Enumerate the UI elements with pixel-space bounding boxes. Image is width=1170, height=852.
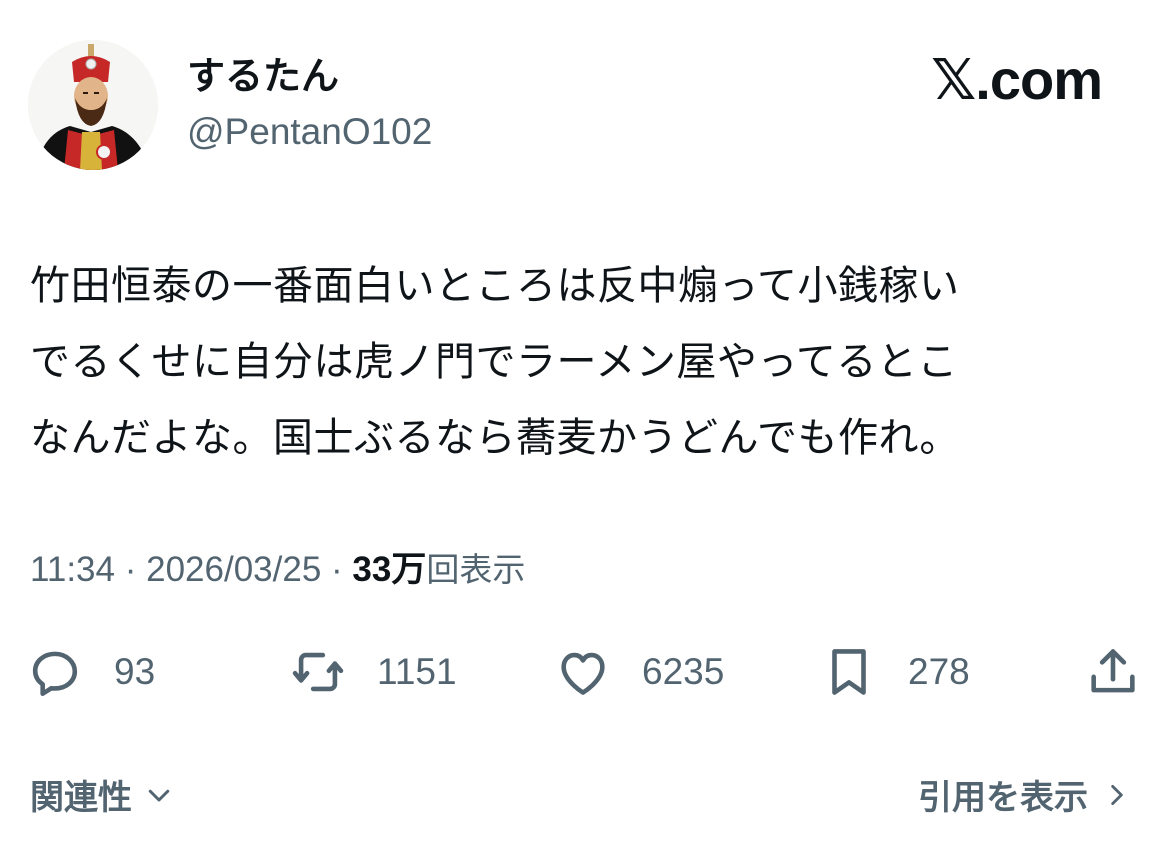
- like-button[interactable]: 6235: [554, 640, 724, 704]
- meta-separator: ·: [115, 550, 147, 589]
- relevance-sort-toggle[interactable]: 関連性: [30, 770, 174, 819]
- chevron-down-icon: [148, 789, 170, 801]
- repost-icon: [292, 652, 344, 692]
- bookmark-button[interactable]: 278: [820, 640, 970, 704]
- tweet-card: するたん @PentanO102 𝕏.com 竹田恒泰の一番面白いところは反中煽…: [0, 0, 1170, 852]
- tweet-text: 竹田恒泰の一番面白いところは反中煽って小銭稼い でるくせに自分は虎ノ門でラーメン…: [30, 263, 960, 461]
- repost-button[interactable]: 1151: [289, 640, 457, 704]
- bookmark-icon: [832, 649, 866, 695]
- views-count: 33万: [352, 550, 427, 589]
- views-label: 回表示: [426, 550, 526, 589]
- user-handle[interactable]: @PentanO102: [187, 108, 432, 156]
- chevron-right-icon: [1111, 784, 1123, 805]
- share-button[interactable]: [1084, 640, 1142, 704]
- tweet-time[interactable]: 11:34: [30, 550, 115, 589]
- view-quotes-link[interactable]: 引用を表示: [918, 770, 1130, 819]
- like-count: 6235: [642, 651, 725, 692]
- x-logo: 𝕏.com: [931, 48, 1103, 111]
- tweet-meta: 11:34 · 2026/03/25 · 33万回表示: [30, 546, 525, 594]
- share-icon: [1091, 649, 1135, 693]
- relevance-label: 関連性: [30, 778, 132, 818]
- heart-icon: [561, 652, 605, 695]
- meta-separator: ·: [321, 550, 353, 589]
- view-quotes-label: 引用を表示: [918, 778, 1088, 818]
- repost-count: 1151: [377, 651, 457, 692]
- display-name[interactable]: するたん: [187, 52, 339, 100]
- tweet-date[interactable]: 2026/03/25: [146, 550, 321, 589]
- avatar-portrait-icon: [28, 40, 158, 170]
- action-bar: 93 1151 6235 278: [0, 640, 1170, 704]
- bookmark-count: 278: [908, 651, 970, 692]
- reply-button[interactable]: 93: [26, 640, 155, 704]
- avatar[interactable]: [28, 40, 158, 170]
- reply-icon: [32, 651, 78, 697]
- reply-count: 93: [114, 651, 156, 692]
